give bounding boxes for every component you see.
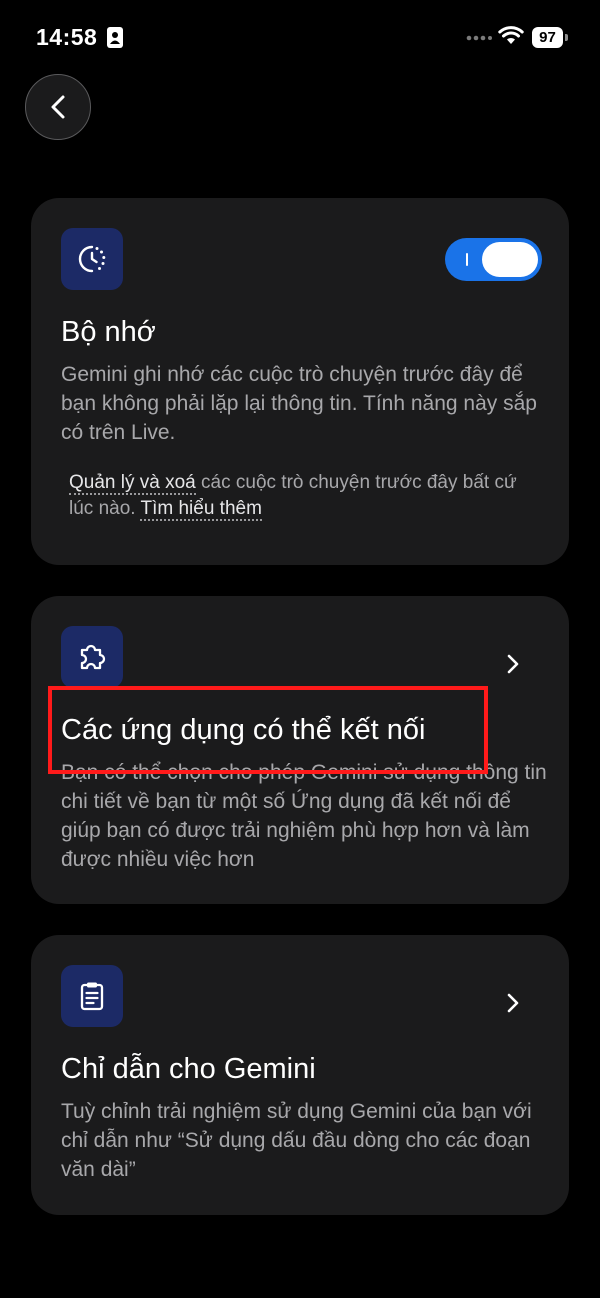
instructions-card[interactable]: Chỉ dẫn cho Gemini Tuỳ chỉnh trải nghiệm…	[31, 935, 569, 1215]
toggle-knob	[482, 242, 538, 277]
status-time: 14:58	[36, 24, 98, 50]
connected-apps-description: Bạn có thể chọn cho phép Gemini sử dụng …	[61, 761, 547, 871]
clipboard-icon	[61, 965, 123, 1027]
wifi-icon	[498, 26, 524, 44]
history-clock-icon	[61, 228, 123, 290]
dots-icon	[466, 35, 492, 41]
memory-card: Bộ nhớ Gemini ghi nhớ các cuộc trò chuyệ…	[31, 198, 569, 565]
battery-icon: 97	[532, 27, 563, 48]
connected-apps-title: Các ứng dụng có thể kết nối	[61, 714, 426, 746]
puzzle-icon	[61, 626, 123, 688]
manage-delete-link[interactable]: Quản lý và xoá	[69, 472, 196, 495]
back-button[interactable]	[25, 74, 91, 140]
chevron-right-icon	[507, 993, 519, 1013]
id-card-icon	[107, 27, 123, 48]
toggle-on-indicator	[466, 253, 468, 266]
chevron-left-icon	[51, 95, 65, 119]
instructions-title: Chỉ dẫn cho Gemini	[61, 1053, 316, 1085]
memory-title: Bộ nhớ	[61, 316, 156, 348]
learn-more-link[interactable]: Tìm hiểu thêm	[140, 498, 262, 521]
instructions-description: Tuỳ chỉnh trải nghiệm sử dụng Gemini của…	[61, 1100, 532, 1181]
chevron-right-icon	[507, 654, 519, 674]
memory-footer: Quản lý và xoá các cuộc trò chuyện trước…	[69, 470, 539, 522]
battery-nub	[565, 34, 568, 41]
status-bar: 14:58 97	[0, 0, 600, 76]
connected-apps-card[interactable]: Các ứng dụng có thể kết nối Bạn có thể c…	[31, 596, 569, 904]
memory-toggle[interactable]	[445, 238, 542, 281]
memory-description: Gemini ghi nhớ các cuộc trò chuyện trước…	[61, 363, 537, 444]
